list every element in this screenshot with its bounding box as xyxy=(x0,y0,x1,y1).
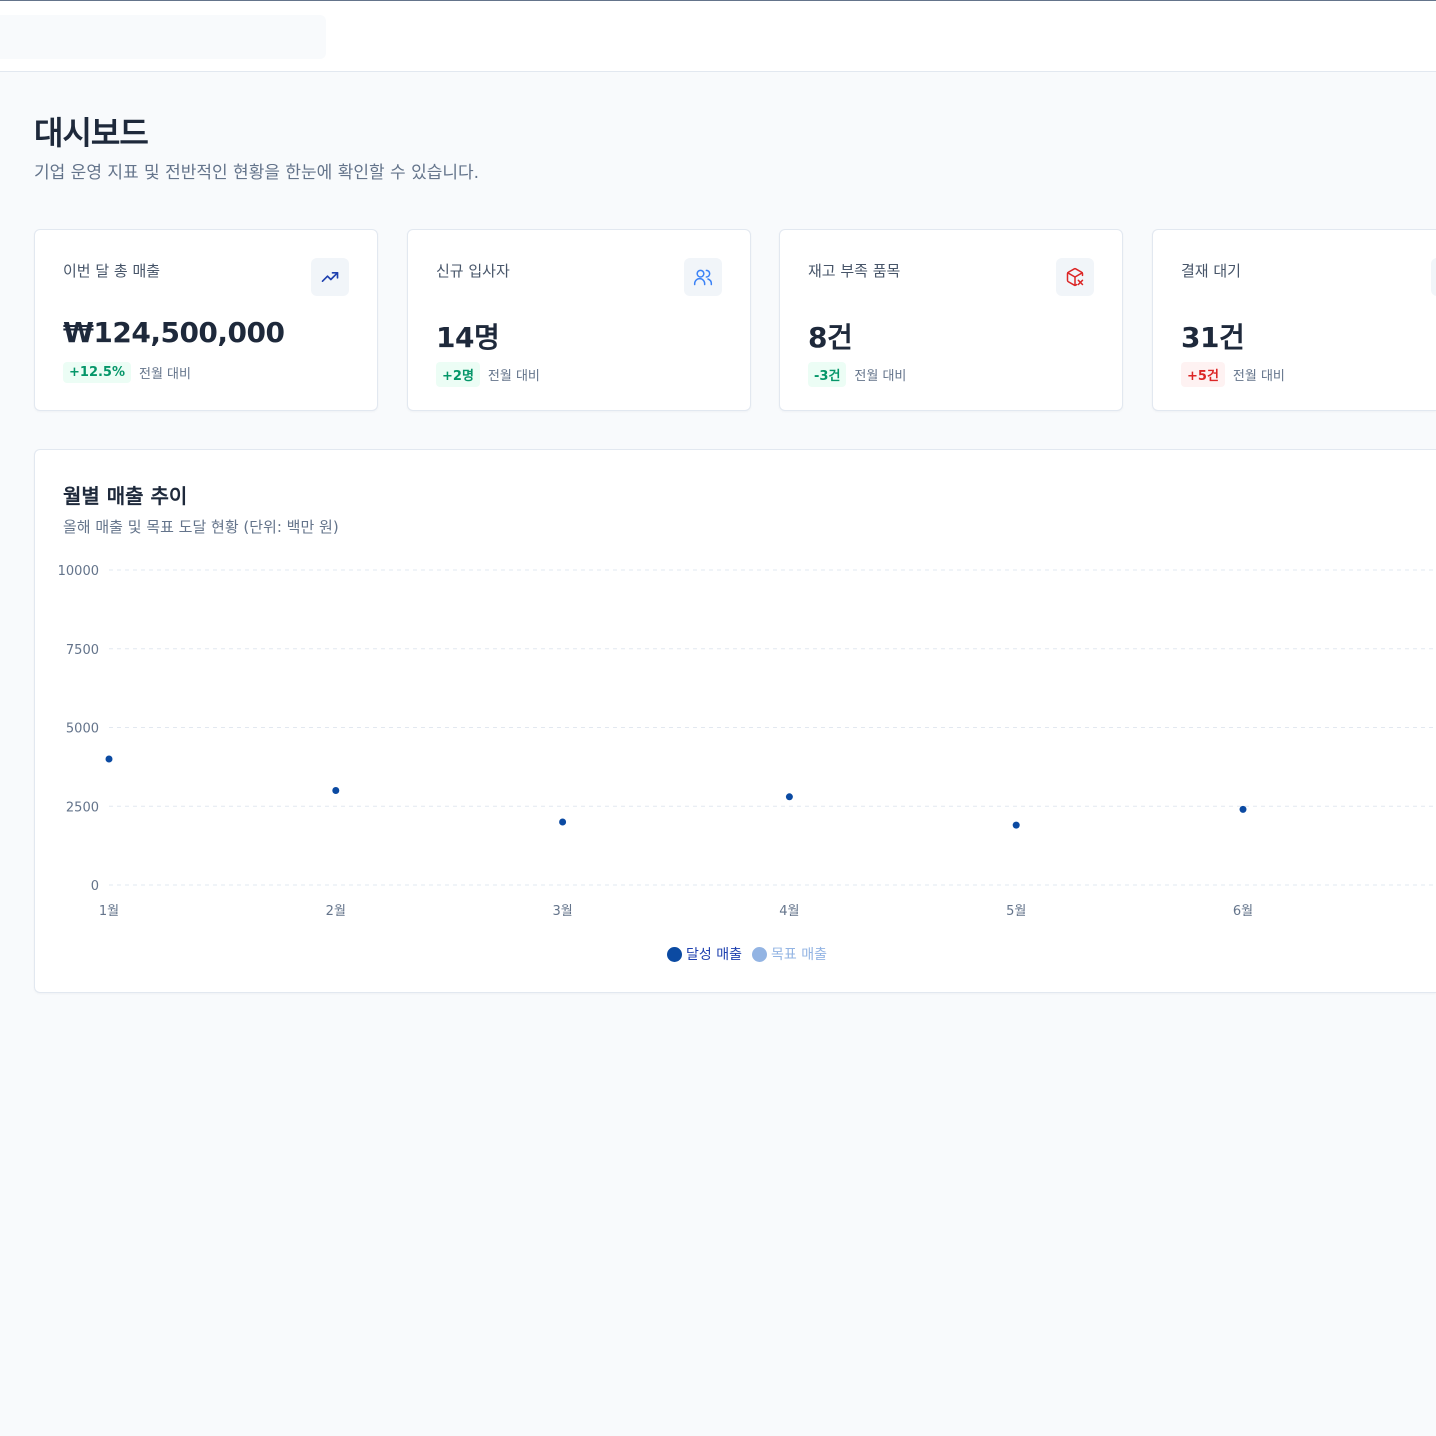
stat-card-label: 결재 대기 xyxy=(1181,262,1241,280)
compare-text: 전월 대비 xyxy=(487,369,540,384)
stat-card-revenue[interactable]: 이번 달 총 매출 ₩124,500,000 +12.5% 전월 대비 xyxy=(34,229,378,411)
y-tick-label: 2500 xyxy=(66,800,99,815)
x-tick-label: 1월 xyxy=(99,904,119,919)
chart-legend: 달성 매출 목표 매출 xyxy=(667,944,827,964)
compare-text: 전월 대비 xyxy=(139,367,191,382)
stat-card-label: 재고 부족 품목 xyxy=(808,262,901,280)
compare-text: 전월 대비 xyxy=(854,369,907,384)
y-tick-label: 5000 xyxy=(66,722,99,737)
legend-marker xyxy=(667,946,682,962)
data-point xyxy=(332,787,340,794)
change-badge: +12.5% xyxy=(63,362,131,383)
stat-card-value: ₩124,500,000 xyxy=(63,316,285,349)
y-tick-label: 10000 xyxy=(58,564,99,579)
page-title: 대시보드 xyxy=(34,114,149,152)
legend-label: 목표 매출 xyxy=(770,947,827,963)
stat-card-pending-approvals[interactable]: 결재 대기 31건 +5건 전월 대비 xyxy=(1152,229,1436,411)
legend-item-target[interactable]: 목표 매출 xyxy=(751,944,827,964)
page-subtitle: 기업 운영 지표 및 전반적인 현황을 한눈에 확인할 수 있습니다. xyxy=(34,163,480,183)
y-tick-label: 0 xyxy=(91,879,99,894)
change-badge: +2명 xyxy=(436,362,480,387)
file-clock-icon xyxy=(1431,258,1436,296)
y-tick-label: 7500 xyxy=(66,643,99,658)
x-tick-label: 4월 xyxy=(779,904,799,919)
trending-up-icon xyxy=(311,258,349,296)
stat-card-change: -3건 전월 대비 xyxy=(808,362,906,387)
stat-card-value: 8건 xyxy=(808,321,853,354)
x-tick-label: 5월 xyxy=(1006,904,1026,919)
legend-label: 달성 매출 xyxy=(686,947,742,963)
change-badge: -3건 xyxy=(808,362,847,387)
stat-card-label: 이번 달 총 매출 xyxy=(63,262,161,280)
stat-card-value: 31건 xyxy=(1181,321,1245,354)
data-point xyxy=(105,755,113,763)
data-point xyxy=(785,793,793,801)
legend-marker xyxy=(751,946,767,962)
legend-item-achieved[interactable]: 달성 매출 xyxy=(667,944,742,964)
compare-text: 전월 대비 xyxy=(1232,369,1285,384)
stat-card-change: +12.5% 전월 대비 xyxy=(63,362,191,383)
x-tick-label: 6월 xyxy=(1233,904,1253,919)
search-input[interactable] xyxy=(0,15,326,59)
data-point xyxy=(1012,821,1020,829)
stat-card-change: +2명 전월 대비 xyxy=(436,362,540,387)
monthly-revenue-chart-card: 0 2500 5000 7500 10000 1월 2월 3월 4월 5월 6월 월별 매출 추이 … xyxy=(34,449,1436,993)
data-point xyxy=(1239,805,1247,813)
stat-card-new-hires[interactable]: 신규 입사자 14명 +2명 전월 대비 xyxy=(407,229,751,411)
stat-card-label: 신규 입사자 xyxy=(436,262,510,280)
change-badge: +5건 xyxy=(1181,362,1225,387)
x-tick-label: 2월 xyxy=(326,904,346,919)
stat-card-change: +5건 전월 대비 xyxy=(1181,362,1285,387)
users-icon xyxy=(684,258,722,296)
chart-title: 월별 매출 추이 xyxy=(63,484,188,508)
stat-card-value: 14명 xyxy=(436,321,500,354)
x-tick-label: 3월 xyxy=(552,904,572,919)
chart-subtitle: 올해 매출 및 목표 도달 현황 (단위: 백만 원) xyxy=(63,518,339,536)
stat-card-low-stock[interactable]: 재고 부족 품목 8건 -3건 전월 대비 xyxy=(779,229,1123,411)
top-header-bar xyxy=(0,0,1436,72)
package-x-icon xyxy=(1056,258,1094,296)
data-point xyxy=(559,818,567,826)
